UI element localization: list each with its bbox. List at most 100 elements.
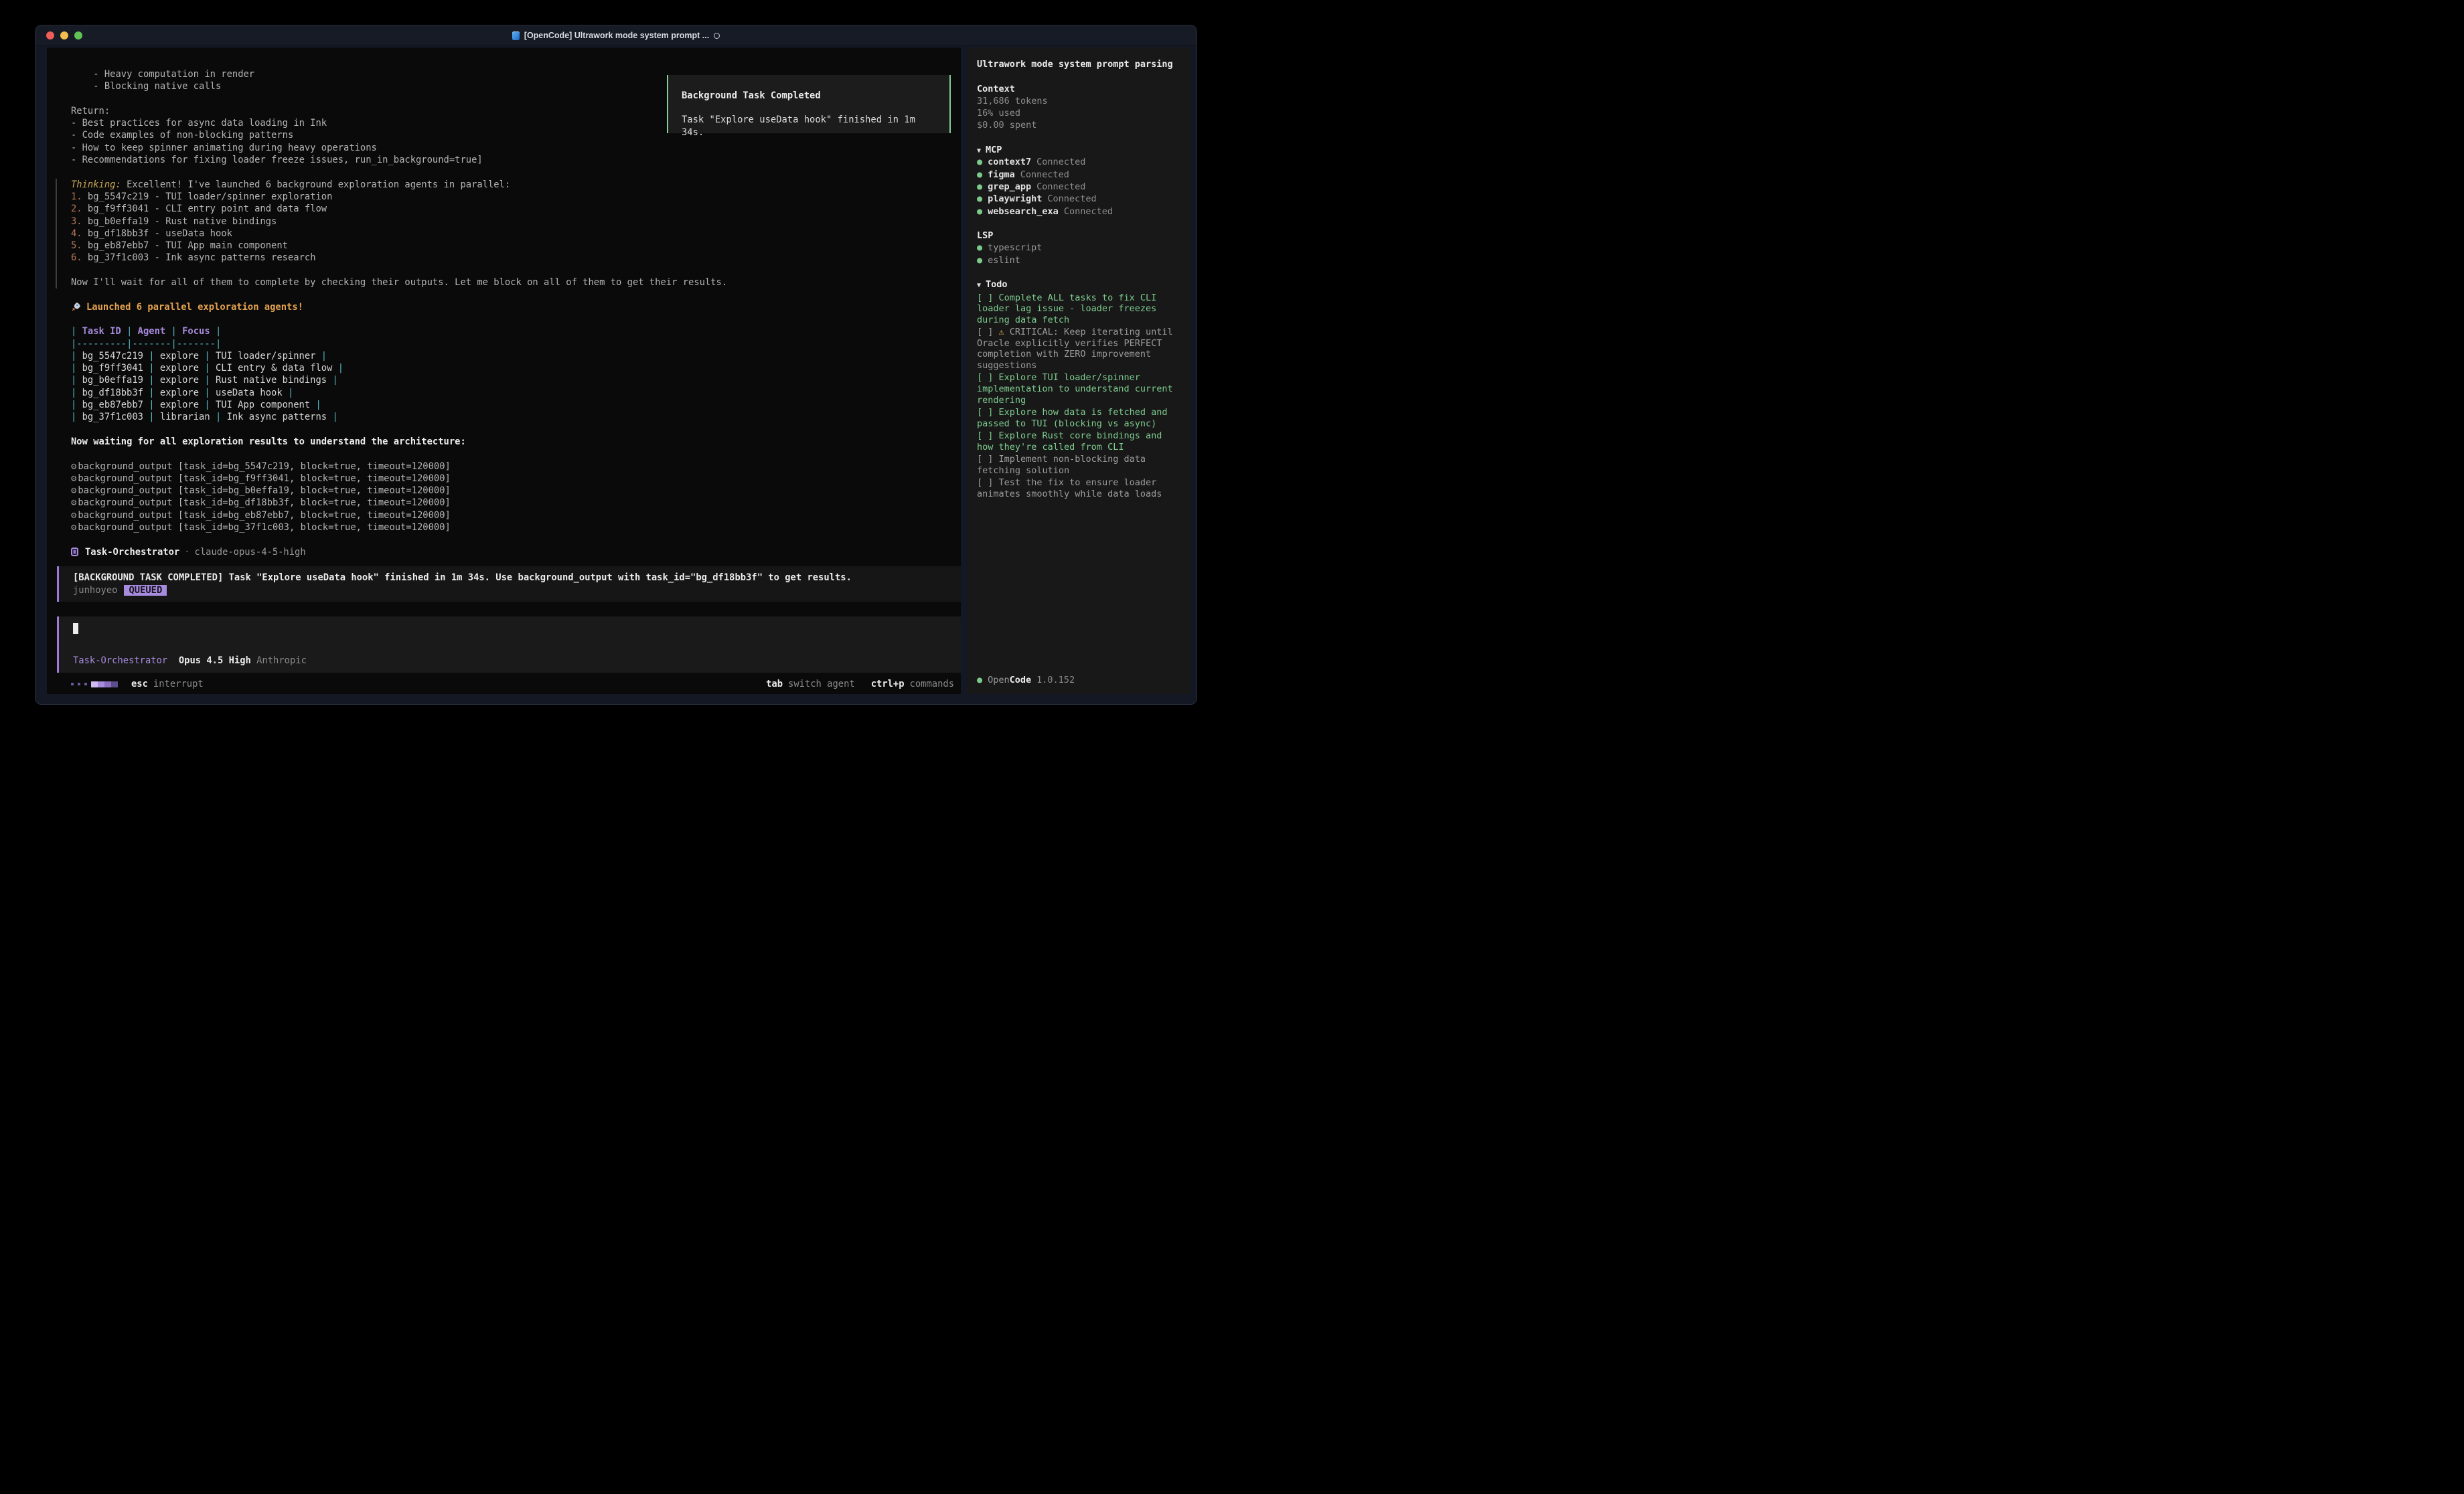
tool-call-line: ⚙background_output [task_id=bg_eb87ebb7,… [71, 509, 947, 521]
close-button[interactable] [46, 31, 54, 39]
table-header-task-id: Task ID [76, 326, 127, 337]
terminal-main-pane[interactable]: - Heavy computation in render - Blocking… [47, 48, 961, 694]
lsp-item: eslint [977, 254, 1182, 266]
launch-announcement: Launched 6 parallel exploration agents! [71, 301, 947, 313]
status-sidebar[interactable]: Ultrawork mode system prompt parsing Con… [968, 48, 1191, 694]
cell-focus: Ink async patterns [221, 412, 332, 422]
context-stats: 31,686 tokens16% used$0.00 spent [977, 95, 1182, 132]
progress-circle-icon [714, 33, 720, 39]
tool-call-line: ⚙background_output [task_id=bg_5547c219,… [71, 461, 947, 473]
toast-title: Background Task Completed [682, 90, 936, 102]
busy-spinner-icon [71, 681, 118, 687]
context-stat-line: $0.00 spent [977, 119, 1182, 131]
todo-item[interactable]: [ ] ⚠ CRITICAL: Keep iterating until Ora… [977, 327, 1182, 371]
status-dot-icon [977, 169, 982, 180]
collapse-icon[interactable] [977, 282, 981, 289]
thinking-item: 5. bg_eb87ebb7 - TUI App main component [71, 240, 947, 252]
thinking-item: 2. bg_f9ff3041 - CLI entry point and dat… [71, 203, 947, 215]
cell-task-id: bg_eb87ebb7 [76, 400, 149, 410]
cell-agent: explore [155, 363, 205, 374]
agent-avatar-icon [71, 548, 78, 556]
window-title-group: [OpenCode] Ultrawork mode system prompt … [35, 31, 1197, 40]
context-stat-line: 16% used [977, 107, 1182, 119]
gear-icon: ⚙ [71, 510, 76, 521]
thinking-items: 1. bg_5547c219 - TUI loader/spinner expl… [71, 191, 947, 264]
mcp-item: websearch_exaConnected [977, 205, 1182, 218]
table-separator-row: |---------|-------|-------| [71, 338, 947, 350]
prompt-input[interactable]: Task-Orchestrator Opus 4.5 High Anthropi… [57, 616, 961, 673]
cell-focus: TUI loader/spinner [210, 351, 321, 361]
mcp-list: context7ConnectedfigmaConnectedgrep_appC… [977, 156, 1182, 217]
queued-badge: QUEUED [124, 585, 167, 596]
zoom-button[interactable] [74, 31, 82, 39]
ctrlp-hint-label: commands [910, 678, 954, 690]
cell-focus: TUI App component [210, 400, 316, 410]
gear-icon: ⚙ [71, 522, 76, 533]
window-body: - Heavy computation in render - Blocking… [47, 48, 1191, 694]
table-row: |bg_b0effa19|explore|Rust native binding… [71, 374, 947, 386]
transcript-line: - How to keep spinner animating during h… [71, 142, 947, 154]
status-bar-right: tab switch agent ctrl+p commands [766, 678, 954, 690]
esc-hint-label: interrupt [153, 678, 204, 690]
cell-task-id: bg_df18bb3f [76, 388, 149, 398]
todo-item[interactable]: [ ] Explore TUI loader/spinner implement… [977, 372, 1182, 406]
collapse-icon[interactable] [977, 147, 981, 155]
gear-icon: ⚙ [71, 485, 76, 496]
app-window: [OpenCode] Ultrawork mode system prompt … [35, 25, 1197, 705]
traffic-lights [46, 31, 82, 39]
cell-focus: CLI entry & data flow [210, 363, 338, 374]
background-task-toast[interactable]: Background Task Completed Task "Explore … [667, 75, 951, 133]
cell-agent: librarian [155, 412, 216, 422]
thinking-lead-line: Thinking: Excellent! I've launched 6 bac… [71, 179, 947, 191]
app-version-footer: OpenCode1.0.152 [977, 674, 1075, 686]
titlebar: [OpenCode] Ultrawork mode system prompt … [35, 25, 1197, 46]
session-title: Ultrawork mode system prompt parsing [977, 58, 1182, 70]
cell-task-id: bg_f9ff3041 [76, 363, 149, 374]
todo-section-header[interactable]: Todo [977, 278, 1182, 290]
table-row: |bg_eb87ebb7|explore|TUI App component| [71, 399, 947, 411]
table-header-row: |Task ID|Agent|Focus| [71, 325, 947, 337]
cell-task-id: bg_5547c219 [76, 351, 149, 361]
minimize-button[interactable] [60, 31, 68, 39]
table-header-focus: Focus [177, 326, 216, 337]
tool-call-line: ⚙background_output [task_id=bg_f9ff3041,… [71, 473, 947, 485]
completed-task-message: [BACKGROUND TASK COMPLETED] Task "Explor… [57, 566, 961, 602]
text-cursor [73, 623, 78, 634]
mcp-item: context7Connected [977, 156, 1182, 168]
thinking-block: Thinking: Excellent! I've launched 6 bac… [56, 179, 947, 289]
input-agent-name[interactable]: Task-Orchestrator [73, 655, 167, 666]
rocket-icon [71, 302, 81, 312]
completed-task-text: [BACKGROUND TASK COMPLETED] Task "Explor… [73, 572, 961, 584]
launch-text: Launched 6 parallel exploration agents! [86, 301, 303, 313]
thinking-label: Thinking: [71, 179, 121, 190]
status-dot-icon [977, 157, 982, 167]
table-row: |bg_f9ff3041|explore|CLI entry & data fl… [71, 362, 947, 374]
cell-task-id: bg_b0effa19 [76, 375, 149, 386]
tab-key-hint: tab [766, 678, 783, 690]
cell-task-id: bg_37f1c003 [76, 412, 149, 422]
input-model[interactable]: Opus 4.5 High [179, 655, 251, 666]
todo-item[interactable]: [ ] Explore Rust core bindings and how t… [977, 430, 1182, 452]
status-dot-icon [977, 675, 982, 685]
todo-item[interactable]: [ ] Test the fix to ensure loader animat… [977, 477, 1182, 499]
status-dot-icon [977, 255, 982, 266]
input-provider: Anthropic [256, 655, 307, 666]
todo-item[interactable]: [ ] Complete ALL tasks to fix CLI loader… [977, 293, 1182, 326]
gear-icon: ⚙ [71, 497, 76, 508]
table-row: |bg_df18bb3f|explore|useData hook| [71, 387, 947, 399]
todo-item[interactable]: [ ] Implement non-blocking data fetching… [977, 454, 1182, 476]
document-icon [512, 31, 520, 40]
tool-call-line: ⚙background_output [task_id=bg_37f1c003,… [71, 521, 947, 533]
status-dot-icon [977, 193, 982, 204]
wait-line: Now I'll wait for all of them to complet… [71, 276, 947, 288]
table-header-agent: Agent [132, 326, 171, 337]
mcp-section-header[interactable]: MCP [977, 144, 1182, 156]
input-agent-row[interactable]: Task-Orchestrator Opus 4.5 High Anthropi… [73, 655, 961, 667]
toast-body: Task "Explore useData hook" finished in … [682, 114, 936, 139]
context-stat-line: 31,686 tokens [977, 95, 1182, 107]
todo-item[interactable]: [ ] Explore how data is fetched and pass… [977, 407, 1182, 429]
queued-row: junhoyeo QUEUED [73, 584, 961, 596]
tool-call-line: ⚙background_output [task_id=bg_b0effa19,… [71, 485, 947, 497]
thinking-item: 6. bg_37f1c003 - Ink async patterns rese… [71, 252, 947, 264]
esc-key-hint: esc [131, 678, 148, 690]
